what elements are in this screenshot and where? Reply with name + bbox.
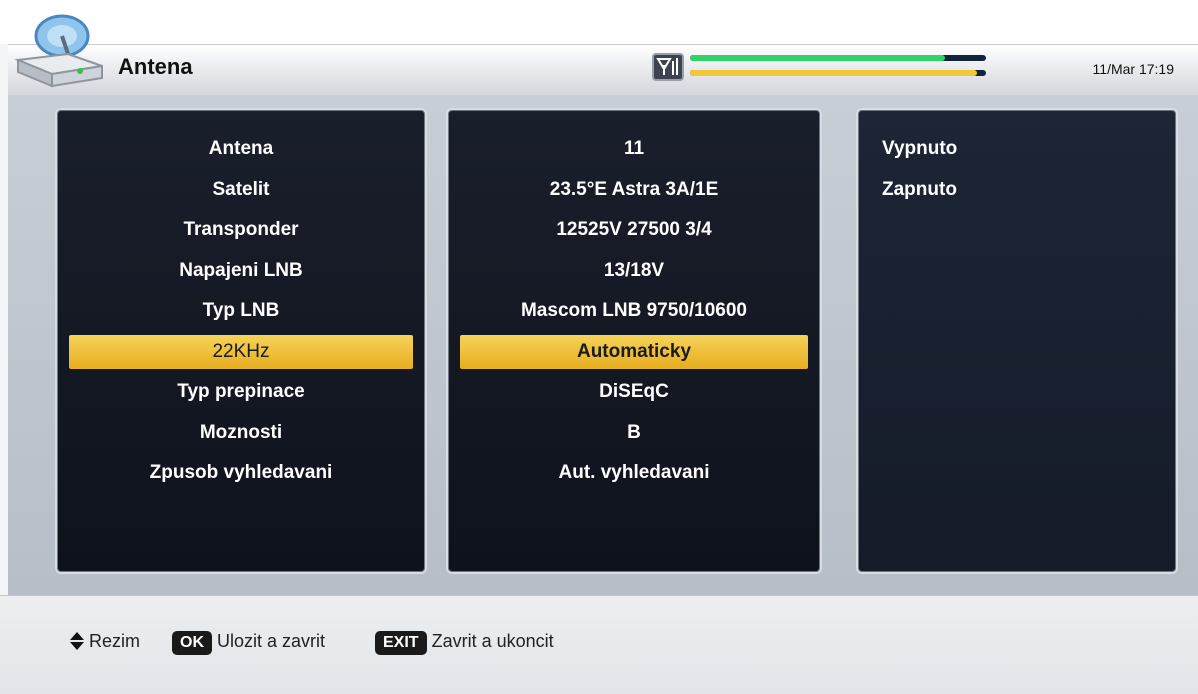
exit-hint: EXIT Zavrit a ukoncit xyxy=(375,628,554,655)
satellite-dish-icon xyxy=(14,14,103,88)
signal-icon xyxy=(652,53,684,81)
signal-quality-bar xyxy=(690,70,986,76)
page-title: Antena xyxy=(118,54,193,79)
settings-value-panel: 11 23.5°E Astra 3A/1E 12525V 27500 3/4 13/1… xyxy=(446,108,822,574)
exit-key[interactable]: EXIT xyxy=(375,631,427,655)
setting-label[interactable]: Typ LNB xyxy=(69,294,413,328)
settings-label-panel: Antena Satelit Transponder Napajeni LNB Typ … xyxy=(55,108,427,574)
option-item[interactable]: Vypnuto xyxy=(882,132,957,166)
datetime: 11/Mar 17:19 xyxy=(1092,61,1174,77)
up-down-arrow-icon xyxy=(70,632,84,650)
mode-hint: Rezim xyxy=(70,628,140,654)
mode-label: Rezim xyxy=(89,631,141,651)
top-gap xyxy=(0,0,1198,44)
ok-key[interactable]: OK xyxy=(172,631,212,655)
signal-strength-bar xyxy=(690,55,986,61)
setting-label[interactable]: Moznosti xyxy=(69,416,413,450)
setting-value[interactable]: DiSEqC xyxy=(460,375,808,409)
option-item[interactable]: Zapnuto xyxy=(882,173,957,207)
setting-value[interactable]: B xyxy=(460,416,808,450)
ok-hint: OK Ulozit a zavrit xyxy=(172,628,325,655)
setting-value[interactable]: 13/18V xyxy=(460,254,808,288)
setting-label[interactable]: Satelit xyxy=(69,173,413,207)
setting-value[interactable]: Mascom LNB 9750/10600 xyxy=(460,294,808,328)
ok-label: Ulozit a zavrit xyxy=(217,631,326,651)
signal-strength-fill xyxy=(690,55,945,61)
setting-label[interactable]: Antena xyxy=(69,132,413,166)
options-panel: Vypnuto Zapnuto xyxy=(856,108,1178,574)
exit-label: Zavrit a ukoncit xyxy=(431,631,554,651)
setting-value[interactable]: Aut. vyhledavani xyxy=(460,456,808,490)
setting-label[interactable]: Napajeni LNB xyxy=(69,254,413,288)
setting-value[interactable]: 11 xyxy=(460,132,808,166)
setting-value[interactable]: Automaticky xyxy=(460,334,808,369)
signal-quality-fill xyxy=(690,70,978,76)
setting-label[interactable]: Typ prepinace xyxy=(69,375,413,409)
setting-label[interactable]: Zpusob vyhledavani xyxy=(69,456,413,490)
setting-label[interactable]: Transponder xyxy=(69,213,413,247)
setting-value[interactable]: 12525V 27500 3/4 xyxy=(460,213,808,247)
setting-value[interactable]: 23.5°E Astra 3A/1E xyxy=(460,173,808,207)
setting-label[interactable]: 22KHz xyxy=(69,334,413,369)
